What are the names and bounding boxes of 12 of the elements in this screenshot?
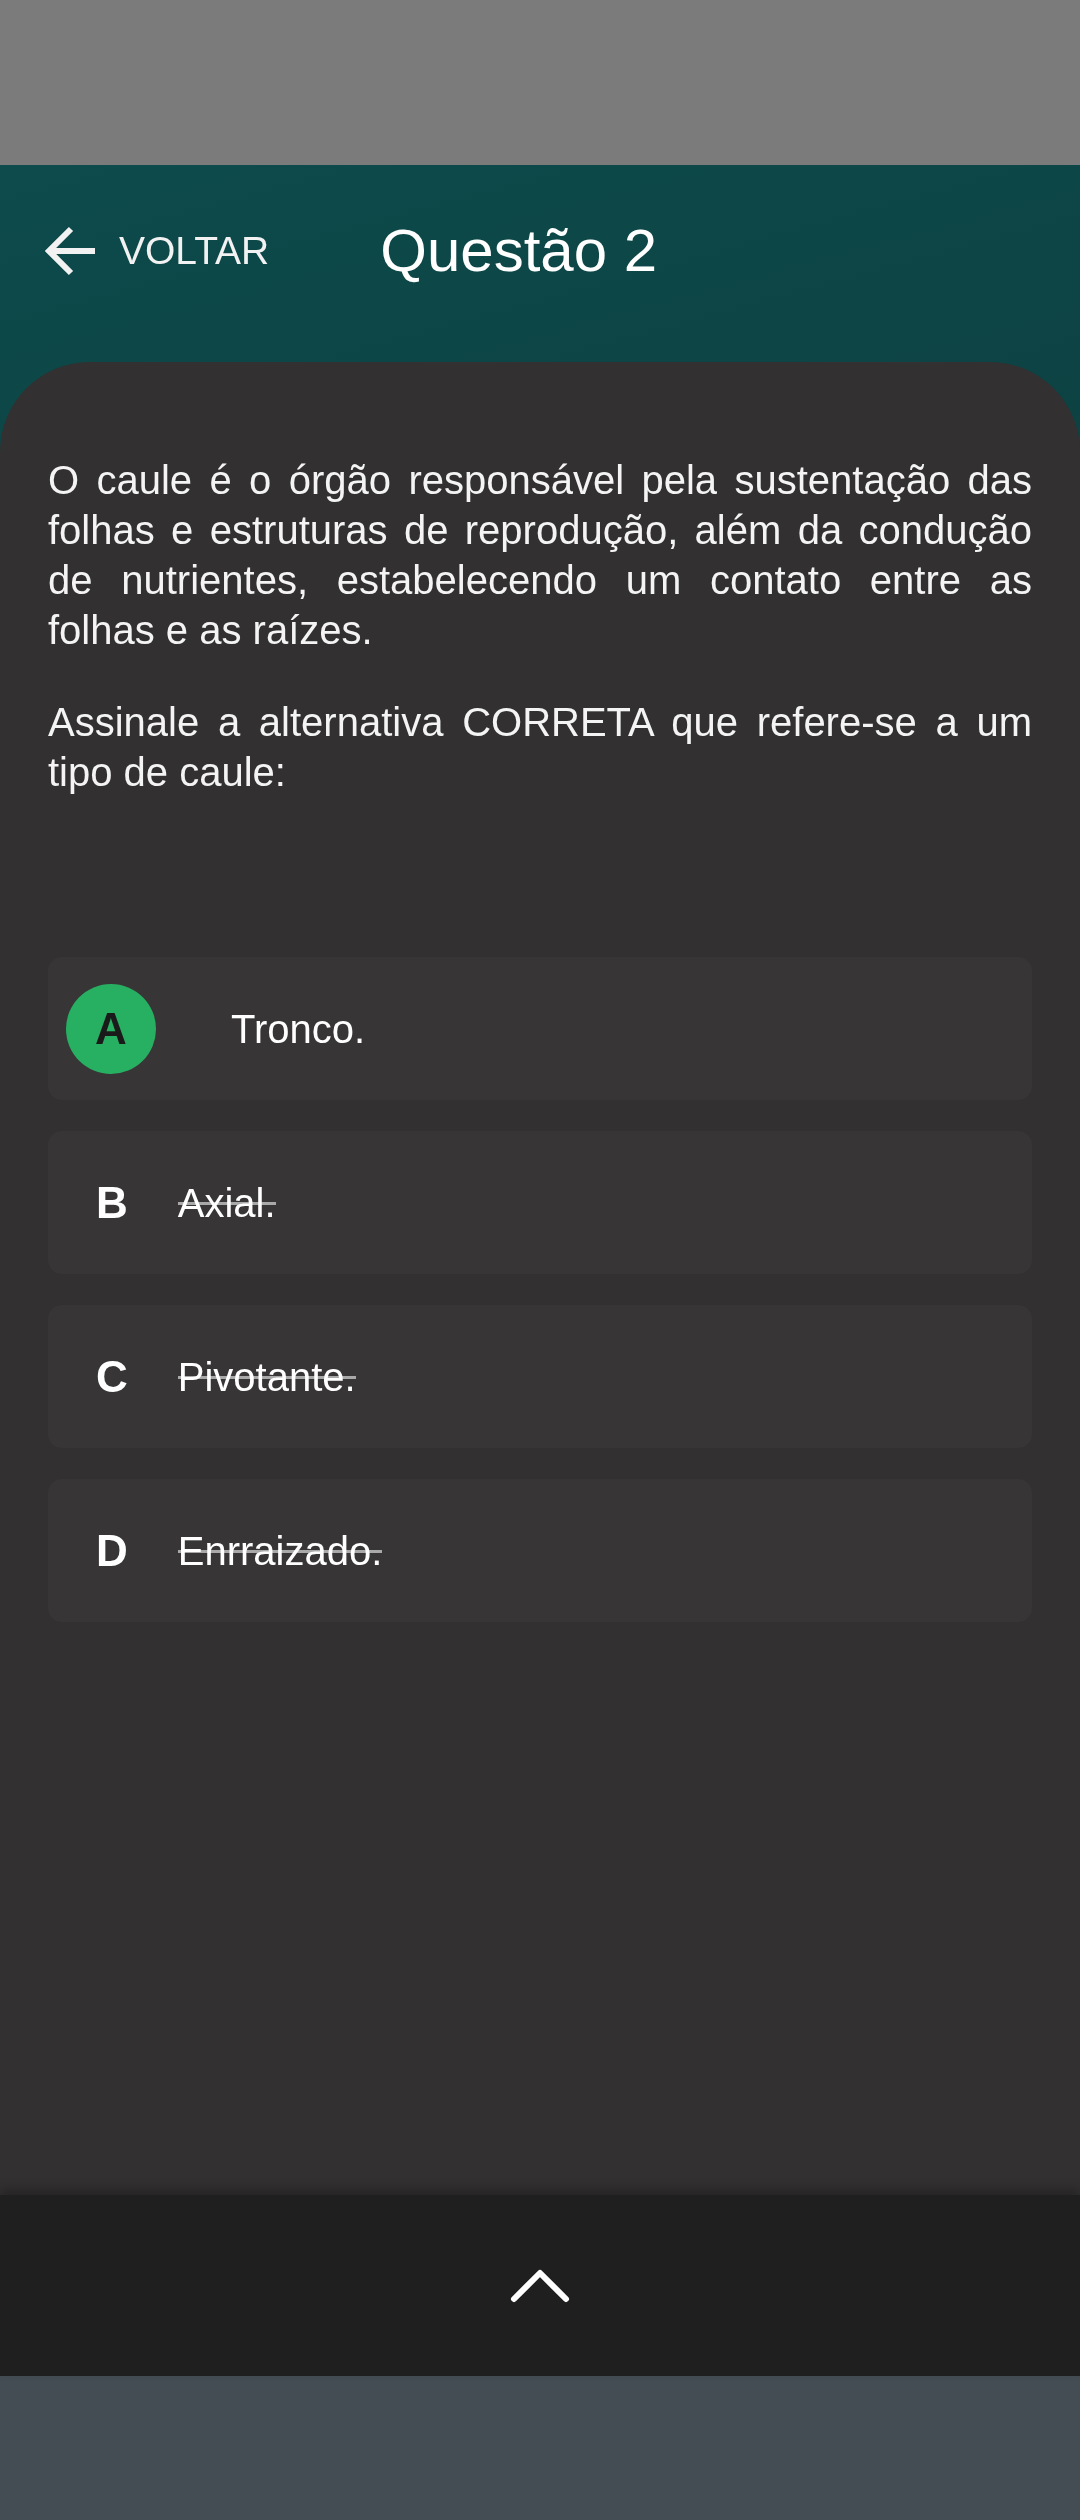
arrow-left-icon [45, 225, 97, 276]
answer-option[interactable]: A Tronco. [48, 957, 1032, 1100]
back-button[interactable]: VOLTAR [45, 225, 270, 276]
option-letter: D [96, 1525, 128, 1576]
question-title: Questão 2 [380, 215, 658, 286]
chevron-up-icon[interactable] [510, 2268, 570, 2303]
question-text: O caule é o órgão responsável pela sustentação das folhas e estruturas de reprodução, além da condução de nutrientes, estabelecendo um contato entre as folhas e as raízes. [48, 457, 1032, 654]
option-letter: B [96, 1177, 128, 1228]
option-text: Tronco. [231, 1005, 366, 1053]
option-letter: C [96, 1351, 128, 1402]
question-text: Assinale a alternativa CORRETA que refere-se a um tipo de caule: [48, 699, 1032, 796]
option-letter: A [66, 983, 156, 1074]
